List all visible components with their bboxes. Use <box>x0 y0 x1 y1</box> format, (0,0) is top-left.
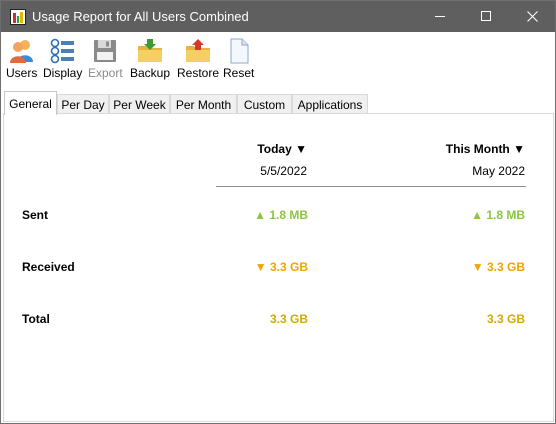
folder-download-icon <box>138 39 163 62</box>
restore-button[interactable]: Restore <box>177 38 219 82</box>
display-label: Display <box>43 66 83 80</box>
display-list-icon <box>50 38 74 64</box>
today-column-header[interactable]: Today ▼ <box>257 142 307 156</box>
tab-per-month-label: Per Month <box>175 97 232 112</box>
reset-label: Reset <box>223 66 255 80</box>
toolbar: Users Display Export Backup Restore Rese… <box>1 32 555 84</box>
export-button[interactable]: Export <box>88 38 123 82</box>
maximize-icon <box>480 11 491 21</box>
minimize-button[interactable] <box>417 1 463 32</box>
received-month-value: ▼ 3.3 GB <box>471 260 525 274</box>
app-bar-chart-icon <box>10 9 26 25</box>
header-divider <box>216 186 526 187</box>
tab-per-day-label: Per Day <box>61 97 105 112</box>
tab-custom[interactable]: Custom <box>237 94 292 114</box>
total-month-value: 3.3 GB <box>486 312 525 326</box>
this-month-header-label: This Month <box>445 142 510 156</box>
backup-button[interactable]: Backup <box>130 38 170 82</box>
close-button[interactable] <box>509 1 555 32</box>
floppy-disk-icon <box>94 40 117 62</box>
received-label: Received <box>22 260 75 274</box>
tab-per-month[interactable]: Per Month <box>170 94 237 114</box>
today-sort-arrow-icon: ▼ <box>295 142 307 156</box>
tab-per-day[interactable]: Per Day <box>57 94 109 114</box>
title-bar[interactable]: Usage Report for All Users Combined <box>1 1 555 32</box>
tab-applications-label: Applications <box>297 97 363 112</box>
display-button[interactable]: Display <box>43 38 82 82</box>
today-header-label: Today <box>257 142 292 156</box>
maximize-button[interactable] <box>463 1 509 32</box>
minimize-icon <box>434 16 445 17</box>
tab-general-label: General <box>9 96 52 111</box>
tab-custom-label: Custom <box>243 97 286 112</box>
total-today-value: 3.3 GB <box>269 312 308 326</box>
received-today-value: ▼ 3.3 GB <box>254 260 308 274</box>
close-icon <box>526 11 538 22</box>
this-month-sort-arrow-icon: ▼ <box>513 142 525 156</box>
tab-general[interactable]: General <box>4 91 57 115</box>
restore-label: Restore <box>177 66 220 80</box>
users-label: Users <box>6 66 38 80</box>
users-button[interactable]: Users <box>6 38 37 82</box>
total-label: Total <box>22 312 50 326</box>
this-month-date: May 2022 <box>472 164 525 178</box>
export-label: Export <box>88 66 123 80</box>
report-window: Usage Report for All Users Combined User… <box>0 0 556 424</box>
window-title: Usage Report for All Users Combined <box>32 9 249 24</box>
tab-applications[interactable]: Applications <box>292 94 368 114</box>
sent-today-value: ▲ 1.8 MB <box>254 208 308 222</box>
tab-per-week-label: Per Week <box>113 97 166 112</box>
sent-month-value: ▲ 1.8 MB <box>471 208 525 222</box>
this-month-column-header[interactable]: This Month ▼ <box>446 142 525 156</box>
backup-label: Backup <box>130 66 171 80</box>
users-icon <box>9 40 33 63</box>
today-date: 5/5/2022 <box>260 164 307 178</box>
sent-label: Sent <box>22 208 49 222</box>
blank-document-icon <box>230 38 249 64</box>
folder-upload-icon <box>186 39 211 62</box>
tab-per-week[interactable]: Per Week <box>109 94 170 114</box>
tab-strip: General Per Day Per Week Per Month Custo… <box>1 84 555 115</box>
reset-button[interactable]: Reset <box>223 38 254 82</box>
